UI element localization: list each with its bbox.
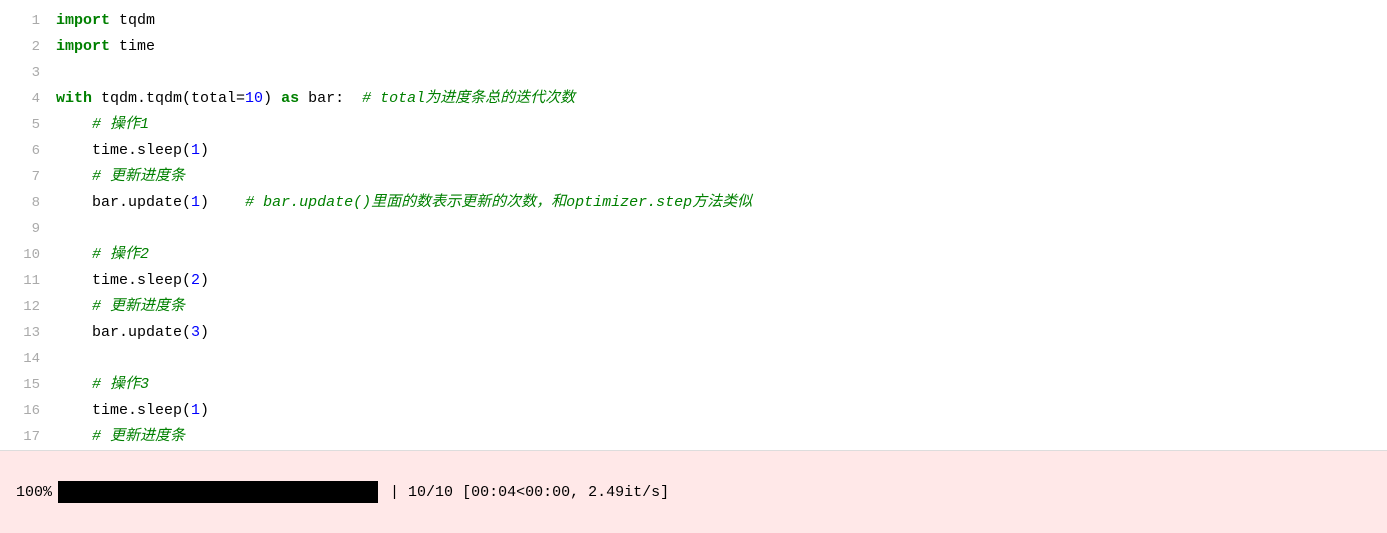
code-line-12: # 更新进度条 [56,294,1387,320]
code-container: 1 2 3 4 5 6 7 8 9 10 11 12 13 14 15 16 1… [0,0,1387,450]
code-lines[interactable]: import tqdm import time with tqdm.tqdm(t… [48,8,1387,442]
code-line-10: # 操作2 [56,242,1387,268]
code-line-2: import time [56,34,1387,60]
code-line-16: time.sleep(1) [56,398,1387,424]
code-line-7: # 更新进度条 [56,164,1387,190]
terminal-content: 100% | 10/10 [00:04<00:00, 2.49it/s] [16,481,669,503]
code-line-11: time.sleep(2) [56,268,1387,294]
code-line-6: time.sleep(1) [56,138,1387,164]
code-line-5: # 操作1 [56,112,1387,138]
code-editor: 1 2 3 4 5 6 7 8 9 10 11 12 13 14 15 16 1… [0,0,1387,450]
code-line-9 [56,216,1387,242]
code-line-1: import tqdm [56,8,1387,34]
progress-percent: 100% [16,484,52,501]
progress-bar-outer [58,481,378,503]
code-line-3 [56,60,1387,86]
code-line-14 [56,346,1387,372]
code-line-8: bar.update(1) # bar.update()里面的数表示更新的次数，… [56,190,1387,216]
progress-info: | 10/10 [00:04<00:00, 2.49it/s] [390,484,669,501]
code-line-4: with tqdm.tqdm(total=10) as bar: # total… [56,86,1387,112]
line-numbers: 1 2 3 4 5 6 7 8 9 10 11 12 13 14 15 16 1… [0,8,48,442]
code-line-15: # 操作3 [56,372,1387,398]
code-line-17: # 更新进度条 [56,424,1387,450]
terminal-area: 100% | 10/10 [00:04<00:00, 2.49it/s] [0,450,1387,533]
code-line-13: bar.update(3) [56,320,1387,346]
